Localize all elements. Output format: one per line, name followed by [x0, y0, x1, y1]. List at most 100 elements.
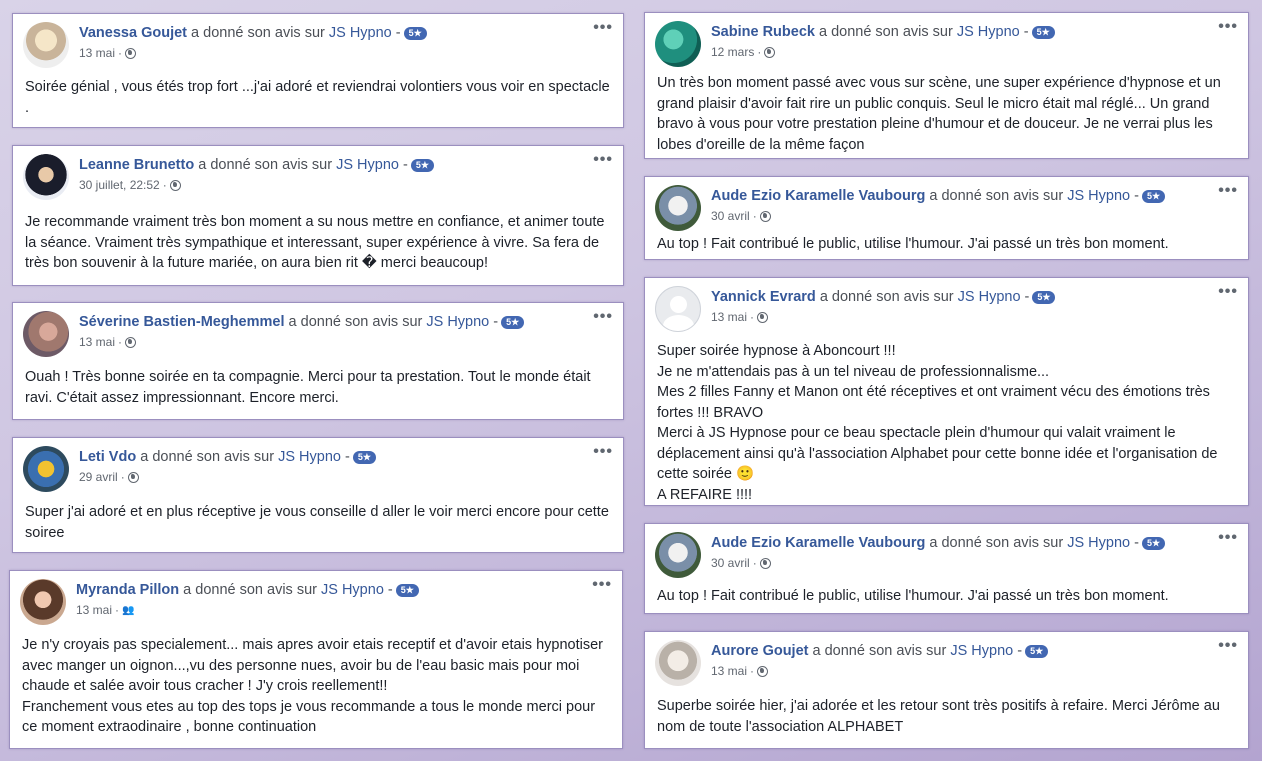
review-date[interactable]: 13 mai: [79, 46, 115, 60]
more-options-icon[interactable]: •••: [1218, 530, 1238, 546]
globe-icon: [125, 336, 137, 348]
review-text: Super soirée hypnose à Aboncourt !!! Je …: [657, 343, 1218, 503]
more-options-icon[interactable]: •••: [1218, 284, 1238, 300]
globe-icon: [759, 210, 771, 222]
reviewer-name[interactable]: Aurore Goujet: [711, 643, 808, 659]
review-text: Au top ! Fait contribué le public, utili…: [657, 236, 1169, 252]
page-link[interactable]: JS Hypno: [321, 582, 384, 598]
more-options-icon[interactable]: •••: [593, 152, 613, 168]
avatar[interactable]: [655, 640, 701, 686]
page-link[interactable]: JS Hypno: [426, 314, 489, 330]
review-card: Leti Vdo a donné son avis sur JS Hypno -…: [12, 437, 624, 553]
avatar[interactable]: [23, 154, 69, 200]
reviewer-name[interactable]: Yannick Evrard: [711, 289, 816, 305]
action-text: a donné son avis sur: [198, 157, 333, 173]
rating-badge: 5★: [1141, 537, 1166, 550]
more-options-icon[interactable]: •••: [593, 444, 613, 460]
more-options-icon[interactable]: •••: [593, 20, 613, 36]
rating-badge: 5★: [403, 27, 427, 40]
reviewer-name[interactable]: Aude Ezio Karamelle Vaubourg: [711, 188, 925, 204]
more-options-icon[interactable]: •••: [592, 577, 612, 593]
page-link[interactable]: JS Hypno: [278, 449, 341, 465]
reviewer-name[interactable]: Aude Ezio Karamelle Vaubourg: [711, 535, 925, 551]
friends-icon: 👥: [122, 604, 134, 616]
review-date[interactable]: 12 mars: [711, 45, 754, 59]
globe-icon: [764, 46, 776, 58]
globe-icon: [759, 557, 771, 569]
action-text: a donné son avis sur: [191, 25, 325, 41]
review-date[interactable]: 13 mai: [711, 310, 747, 324]
action-text: a donné son avis sur: [140, 449, 275, 465]
reviewer-name[interactable]: Leanne Brunetto: [79, 157, 194, 173]
more-options-icon[interactable]: •••: [1218, 638, 1238, 654]
review-card: Myranda Pillon a donné son avis sur JS H…: [9, 570, 623, 749]
avatar[interactable]: [23, 446, 69, 492]
review-date[interactable]: 30 avril: [711, 209, 750, 223]
rating-badge: 5★: [410, 159, 434, 172]
action-text: a donné son avis sur: [819, 289, 954, 305]
review-card: Vanessa Goujet a donné son avis sur JS H…: [12, 13, 624, 128]
review-text: Ouah ! Très bonne soirée en ta compagnie…: [25, 369, 591, 406]
avatar[interactable]: [23, 22, 69, 68]
review-date[interactable]: 30 avril: [711, 556, 750, 570]
rating-badge: 5★: [1031, 26, 1055, 39]
action-text: a donné son avis sur: [818, 24, 953, 40]
rating-badge: 5★: [1032, 291, 1056, 304]
review-card: Aude Ezio Karamelle Vaubourg a donné son…: [644, 523, 1249, 614]
reviewer-name[interactable]: Vanessa Goujet: [79, 25, 187, 41]
page-link[interactable]: JS Hypno: [329, 25, 392, 41]
page-link[interactable]: JS Hypno: [1067, 535, 1130, 551]
review-card: Aurore Goujet a donné son avis sur JS Hy…: [644, 631, 1249, 749]
avatar[interactable]: [655, 286, 701, 332]
avatar[interactable]: [655, 21, 701, 67]
globe-icon: [757, 311, 769, 323]
globe-icon: [757, 665, 769, 677]
review-text: Superbe soirée hier, j'ai adorée et les …: [657, 698, 1220, 735]
more-options-icon[interactable]: •••: [593, 309, 613, 325]
action-text: a donné son avis sur: [929, 535, 1064, 551]
review-card: Yannick Evrard a donné son avis sur JS H…: [644, 277, 1249, 506]
page-link[interactable]: JS Hypno: [958, 289, 1021, 305]
avatar[interactable]: [655, 185, 701, 231]
page-link[interactable]: JS Hypno: [957, 24, 1020, 40]
rating-badge: 5★: [501, 316, 525, 329]
review-text: Soirée génial , vous étés trop fort ...j…: [25, 79, 610, 116]
action-text: a donné son avis sur: [929, 188, 1064, 204]
rating-badge: 5★: [352, 451, 376, 464]
review-card: Aude Ezio Karamelle Vaubourg a donné son…: [644, 176, 1249, 260]
review-card: Séverine Bastien-Meghemmel a donné son a…: [12, 302, 624, 420]
review-text: Je n'y croyais pas specialement... mais …: [22, 637, 603, 735]
action-text: a donné son avis sur: [183, 582, 317, 598]
globe-icon: [169, 179, 181, 191]
action-text: a donné son avis sur: [812, 643, 947, 659]
review-text: Super j'ai adoré et en plus réceptive je…: [25, 504, 609, 541]
action-text: a donné son avis sur: [288, 314, 423, 330]
page-link[interactable]: JS Hypno: [1067, 188, 1130, 204]
review-text: Je recommande vraiment très bon moment a…: [25, 214, 605, 271]
review-card: Sabine Rubeck a donné son avis sur JS Hy…: [644, 12, 1249, 159]
review-date[interactable]: 13 mai: [711, 664, 747, 678]
page-link[interactable]: JS Hypno: [950, 643, 1013, 659]
review-date[interactable]: 29 avril: [79, 470, 118, 484]
reviewer-name[interactable]: Myranda Pillon: [76, 582, 179, 598]
reviewer-name[interactable]: Sabine Rubeck: [711, 24, 815, 40]
reviewer-name[interactable]: Leti Vdo: [79, 449, 136, 465]
review-card: Leanne Brunetto a donné son avis sur JS …: [12, 145, 624, 286]
globe-icon: [127, 471, 139, 483]
page-link[interactable]: JS Hypno: [336, 157, 399, 173]
reviewer-name[interactable]: Séverine Bastien-Meghemmel: [79, 314, 285, 330]
avatar[interactable]: [655, 532, 701, 578]
avatar[interactable]: [23, 311, 69, 357]
review-date[interactable]: 13 mai: [79, 335, 115, 349]
review-text: Au top ! Fait contribué le public, utili…: [657, 588, 1169, 604]
globe-icon: [125, 47, 137, 59]
rating-badge: 5★: [395, 584, 419, 597]
rating-badge: 5★: [1025, 645, 1049, 658]
review-date[interactable]: 13 mai: [76, 603, 112, 617]
rating-badge: 5★: [1141, 190, 1166, 203]
review-date[interactable]: 30 juillet, 22:52: [79, 178, 160, 192]
review-text: Un très bon moment passé avec vous sur s…: [657, 75, 1221, 153]
more-options-icon[interactable]: •••: [1218, 19, 1238, 35]
more-options-icon[interactable]: •••: [1218, 183, 1238, 199]
avatar[interactable]: [20, 579, 66, 625]
